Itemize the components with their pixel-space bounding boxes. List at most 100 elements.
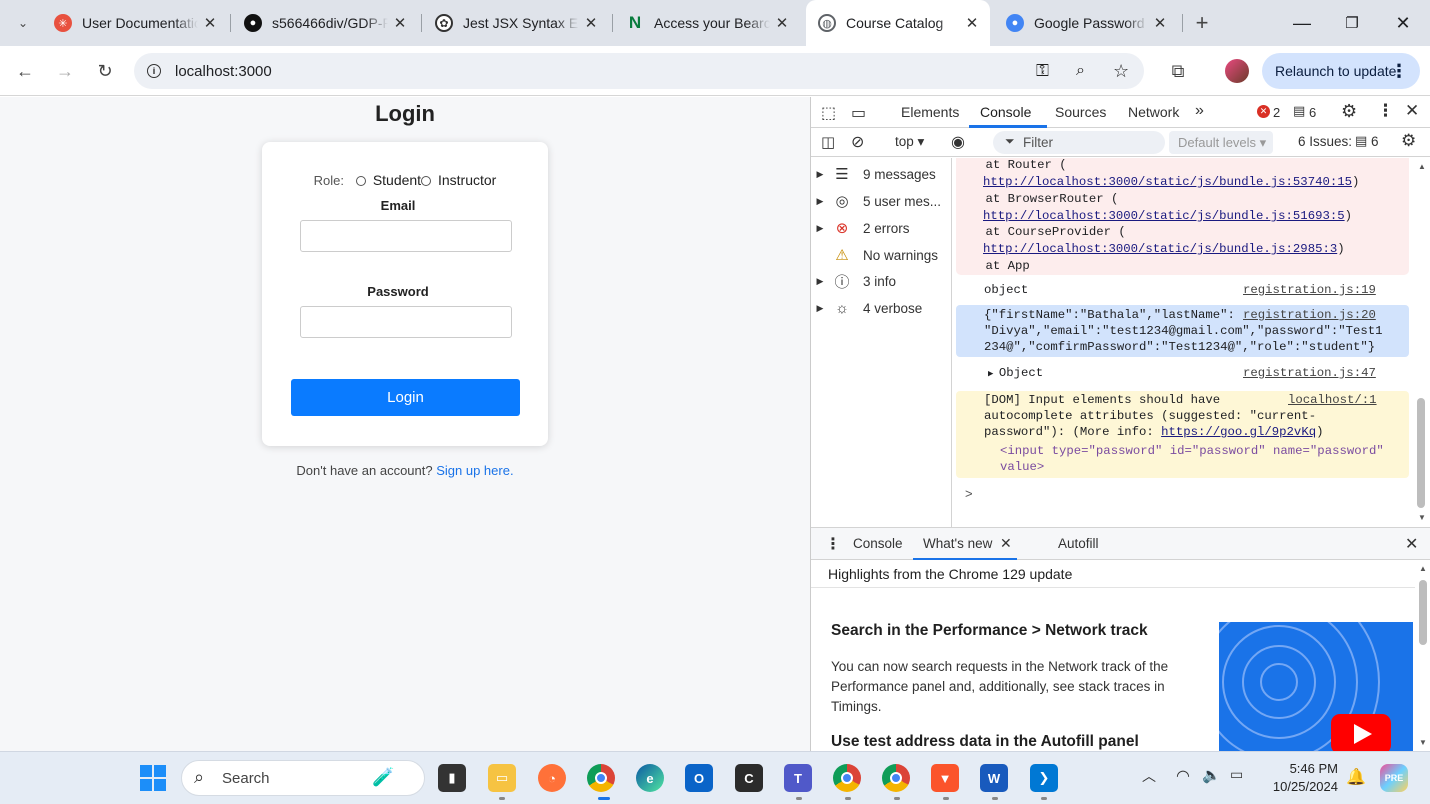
more-tabs-icon[interactable]: » [1195, 102, 1204, 120]
taskbar-clock[interactable]: 5:46 PM 10/25/2024 [1260, 760, 1338, 796]
close-icon[interactable]: ✕ [1000, 535, 1012, 552]
device-toolbar-icon[interactable]: ▭ [851, 103, 866, 123]
sidebar-toggle-icon[interactable]: ◫ [821, 133, 835, 151]
expand-arrow-icon[interactable]: ▶ [811, 223, 829, 234]
chrome-profile-3-icon[interactable] [882, 764, 910, 792]
tab-jest-jsx[interactable]: ✿ Jest JSX Syntax Error ✕ [423, 0, 609, 46]
expand-arrow-icon[interactable]: ▶ [988, 369, 999, 379]
source-link[interactable]: registration.js:47 [1243, 366, 1376, 380]
address-bar[interactable]: i localhost:3000 ⚿ ⌕ ☆ [134, 53, 1144, 89]
error-count[interactable]: 2 [1273, 105, 1280, 120]
close-icon[interactable]: ✕ [770, 14, 794, 32]
tab-console[interactable]: Console [980, 104, 1031, 120]
expand-arrow-icon[interactable]: ▶ [811, 276, 829, 287]
scroll-up-icon[interactable]: ▲ [1418, 162, 1426, 171]
file-explorer-icon[interactable]: ▭ [488, 764, 516, 792]
signup-link[interactable]: Sign up here. [436, 463, 513, 478]
login-button[interactable]: Login [291, 379, 520, 416]
tab-course-catalog[interactable]: ◍ Course Catalog ✕ [806, 0, 990, 46]
issues-label[interactable]: 6 Issues: [1298, 134, 1352, 149]
close-icon[interactable]: ✕ [579, 14, 603, 32]
message-count[interactable]: 6 [1309, 105, 1316, 120]
tab-search-icon[interactable]: ⌄ [8, 8, 38, 38]
task-view-icon[interactable]: ▮ [438, 764, 466, 792]
expand-arrow-icon[interactable]: ▶ [811, 303, 829, 314]
stack-link[interactable]: http://localhost:3000/static/js/bundle.j… [983, 242, 1337, 256]
tab-google-password[interactable]: ● Google Password M ✕ [994, 0, 1178, 46]
live-expression-eye-icon[interactable]: ◉ [951, 132, 965, 152]
notification-bell-icon[interactable]: 🔔 [1346, 767, 1366, 787]
error-badge-icon[interactable]: ✕ [1257, 105, 1270, 118]
console-settings-icon[interactable]: ⚙ [1401, 131, 1416, 151]
extensions-icon[interactable]: ⧉ [1163, 56, 1193, 86]
scroll-down-icon[interactable]: ▼ [1418, 513, 1426, 522]
sidebar-item-verbose[interactable]: ▶ ☼ 4 verbose [811, 297, 923, 319]
back-icon[interactable]: ← [10, 56, 40, 86]
role-student-radio[interactable] [355, 176, 366, 187]
devtools-menu-icon[interactable]: ⋮ [1377, 101, 1394, 121]
tab-elements[interactable]: Elements [901, 104, 959, 120]
more-info-link[interactable]: https://goo.gl/9p2vKq [1161, 425, 1316, 439]
scroll-thumb[interactable] [1419, 580, 1427, 645]
wifi-icon[interactable]: ◠ [1176, 766, 1190, 786]
menu-kebab-icon[interactable]: ⋮ [1390, 61, 1408, 82]
console-scrollbar[interactable]: ▲ ▼ [1413, 158, 1429, 527]
window-close-icon[interactable]: ✕ [1378, 0, 1428, 46]
show-hidden-icons-icon[interactable]: ︿ [1142, 766, 1156, 786]
tab-network[interactable]: Network [1128, 104, 1179, 120]
teams-icon[interactable]: T [784, 764, 812, 792]
role-student-label[interactable]: Student [373, 172, 421, 188]
source-link[interactable]: registration.js:20 [1243, 308, 1376, 322]
brave-icon[interactable]: ▼ [931, 764, 959, 792]
scroll-down-icon[interactable]: ▼ [1419, 738, 1427, 747]
close-drawer-icon[interactable]: ✕ [1405, 534, 1418, 554]
message-icon[interactable]: ▤ [1293, 103, 1305, 119]
minimize-icon[interactable]: — [1277, 0, 1327, 46]
profile-avatar[interactable] [1222, 56, 1252, 86]
drawer-tab-autofill[interactable]: Autofill [1058, 536, 1099, 551]
copilot-icon[interactable]: PRE [1380, 764, 1408, 792]
console-prompt[interactable]: > [965, 486, 973, 501]
expand-arrow-icon[interactable]: ▶ [811, 169, 829, 180]
battery-icon[interactable]: ▭ [1230, 766, 1243, 783]
zoom-icon[interactable]: ⌕ [1076, 62, 1085, 80]
sidebar-item-info[interactable]: ▶ ⓘ 3 info [811, 270, 897, 292]
stack-link[interactable]: http://localhost:3000/static/js/bundle.j… [983, 175, 1352, 189]
element-snippet[interactable]: value> [1000, 460, 1044, 474]
new-tab-icon[interactable]: + [1187, 8, 1217, 38]
context-select[interactable]: top ▾ [895, 134, 924, 150]
clear-console-icon[interactable]: ⊘ [851, 132, 864, 152]
role-instructor-label[interactable]: Instructor [438, 172, 496, 188]
password-field[interactable] [300, 306, 512, 338]
filter-input[interactable]: ⏷ Filter [993, 131, 1165, 154]
firefox-icon[interactable]: ◔ [538, 764, 566, 792]
tab-github[interactable]: ● s566466div/GDP-P ✕ [232, 0, 418, 46]
drawer-tab-console[interactable]: Console [853, 536, 903, 551]
issues-count[interactable]: 6 [1371, 134, 1379, 149]
relaunch-button[interactable]: Relaunch to update ⋮ [1262, 53, 1420, 89]
settings-gear-icon[interactable]: ⚙ [1341, 101, 1357, 122]
levels-select[interactable]: Default levels ▾ [1169, 131, 1273, 154]
outlook-icon[interactable]: O [685, 764, 713, 792]
feature-video-thumbnail[interactable] [1219, 622, 1413, 751]
tab-bearcat[interactable]: N Access your Bearcat ✕ [614, 0, 800, 46]
c-app-icon[interactable]: C [735, 764, 763, 792]
email-field[interactable] [300, 220, 512, 252]
tab-user-documentation[interactable]: ✳ User Documentation ✕ [42, 0, 228, 46]
close-icon[interactable]: ✕ [198, 14, 222, 32]
close-icon[interactable]: ✕ [388, 14, 412, 32]
expand-arrow-icon[interactable]: ▶ [811, 196, 829, 207]
sidebar-item-messages[interactable]: ▶ ☰ 9 messages [811, 163, 936, 185]
console-log-object-expandable[interactable]: ▶ Object [988, 366, 1043, 380]
drawer-menu-icon[interactable]: ⋮ [825, 534, 841, 554]
scroll-thumb[interactable] [1417, 398, 1425, 508]
taskbar-search-box[interactable]: ⌕ Search 🧪 [181, 760, 425, 796]
vscode-icon[interactable]: ❯ [1030, 764, 1058, 792]
element-snippet[interactable]: <input type="password" id="password" nam… [1000, 444, 1384, 458]
feature-title[interactable]: Search in the Performance > Network trac… [831, 622, 1148, 640]
drawer-tab-whats-new[interactable]: What's new [923, 536, 992, 551]
sidebar-item-user-messages[interactable]: ▶ ◎ 5 user mes... [811, 190, 942, 212]
reload-icon[interactable]: ↻ [90, 56, 120, 86]
word-icon[interactable]: W [980, 764, 1008, 792]
sidebar-item-warnings[interactable]: ⚠ No warnings [811, 244, 938, 266]
